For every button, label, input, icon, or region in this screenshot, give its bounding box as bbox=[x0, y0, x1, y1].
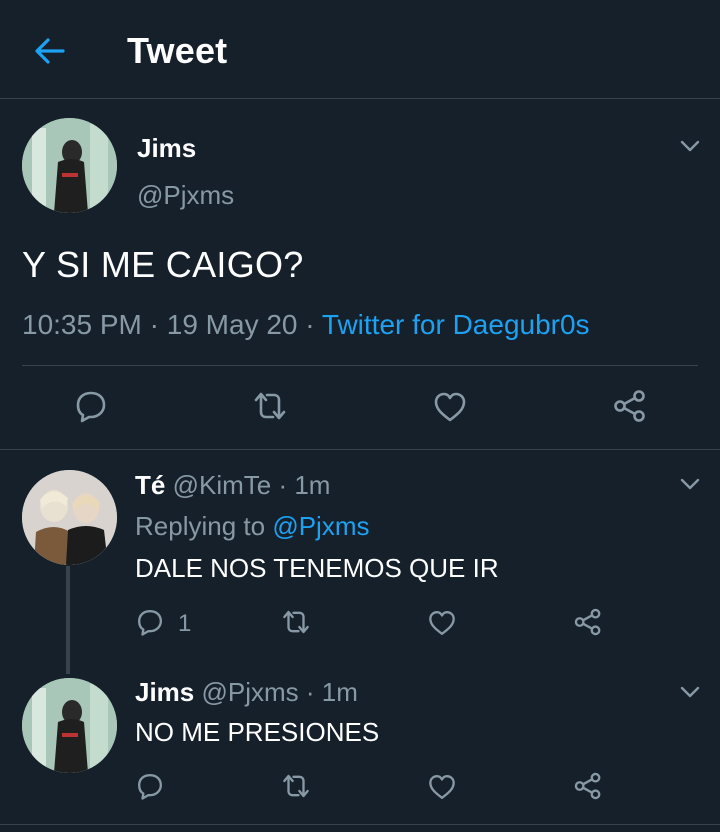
share-icon[interactable] bbox=[573, 771, 603, 801]
retweet-icon[interactable] bbox=[281, 607, 311, 637]
retweet-icon[interactable] bbox=[281, 771, 311, 801]
reply-icon[interactable] bbox=[135, 771, 165, 801]
reply-icon[interactable] bbox=[73, 388, 109, 424]
top-app-bar: Tweet bbox=[0, 0, 720, 99]
like-icon[interactable] bbox=[427, 772, 457, 802]
reply-time: 1m bbox=[294, 470, 331, 500]
back-arrow-icon[interactable] bbox=[33, 34, 67, 68]
thread-connector bbox=[66, 566, 70, 674]
chevron-down-icon[interactable] bbox=[678, 472, 702, 496]
avatar[interactable] bbox=[22, 678, 117, 773]
replying-to-line: Replying to @Pjxms bbox=[135, 511, 369, 542]
tweet-text: Y SI ME CAIGO? bbox=[22, 244, 304, 285]
chevron-down-icon[interactable] bbox=[678, 680, 702, 704]
tweet-source-link[interactable]: Twitter for Daegubr0s bbox=[322, 309, 590, 340]
chevron-down-icon[interactable] bbox=[678, 134, 702, 158]
retweet-icon[interactable] bbox=[252, 388, 288, 424]
reply-header: Jims @Pjxms · 1m bbox=[135, 677, 358, 708]
page-title: Tweet bbox=[127, 30, 228, 71]
separator: · bbox=[297, 309, 322, 340]
separator: · bbox=[271, 470, 295, 500]
divider bbox=[0, 824, 720, 825]
share-icon[interactable] bbox=[573, 607, 603, 637]
tweet-date: 19 May 20 bbox=[166, 309, 298, 340]
separator: · bbox=[141, 309, 167, 340]
avatar[interactable] bbox=[22, 470, 117, 565]
author-name[interactable]: Jims bbox=[137, 133, 196, 164]
author-handle[interactable]: @Pjxms bbox=[137, 180, 234, 211]
reply-author-handle[interactable]: @Pjxms bbox=[202, 677, 299, 707]
reply-count: 1 bbox=[178, 610, 192, 637]
replying-to-mention[interactable]: @Pjxms bbox=[272, 511, 369, 541]
tweet-time: 10:35 PM bbox=[22, 309, 142, 340]
reply-text: NO ME PRESIONES bbox=[135, 717, 380, 747]
tweet-metadata: 10:35 PM · 19 May 20 · Twitter for Daegu… bbox=[22, 309, 590, 341]
divider bbox=[0, 449, 720, 450]
reply-author-name[interactable]: Jims bbox=[135, 677, 194, 707]
separator: · bbox=[298, 677, 322, 707]
avatar[interactable] bbox=[22, 118, 117, 213]
reply-author-handle[interactable]: @KimTe bbox=[173, 470, 272, 500]
reply-header: Té @KimTe · 1m bbox=[135, 470, 330, 501]
reply-time: 1m bbox=[321, 677, 358, 707]
reply-icon[interactable] bbox=[135, 607, 165, 637]
like-icon[interactable] bbox=[427, 608, 457, 638]
reply-author-name[interactable]: Té bbox=[135, 470, 165, 500]
divider bbox=[22, 365, 698, 366]
reply-text: DALE NOS TENEMOS QUE IR bbox=[135, 553, 499, 583]
like-icon[interactable] bbox=[432, 389, 468, 425]
replying-to-label: Replying to bbox=[135, 511, 273, 541]
share-icon[interactable] bbox=[612, 388, 648, 424]
